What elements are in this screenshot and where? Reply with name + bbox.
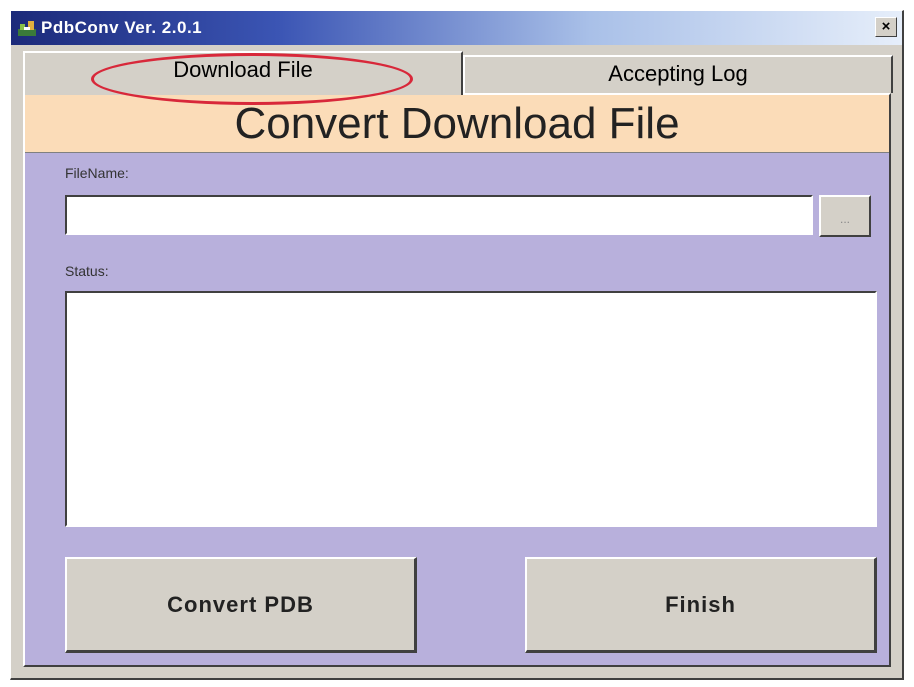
finish-button[interactable]: Finish: [525, 557, 877, 653]
tab-accepting-log-label: Accepting Log: [608, 61, 748, 86]
browse-button[interactable]: ...: [819, 195, 871, 237]
app-window: PdbConv Ver. 2.0.1 × Download File Accep…: [10, 10, 904, 680]
download-file-panel: Convert Download File FileName: ... Stat…: [23, 93, 891, 667]
panel-banner-title: Convert Download File: [25, 95, 889, 153]
title-bar[interactable]: PdbConv Ver. 2.0.1 ×: [11, 11, 902, 45]
window-title: PdbConv Ver. 2.0.1: [41, 18, 203, 37]
app-icon: [18, 21, 36, 36]
tab-download-file[interactable]: Download File: [23, 51, 463, 95]
tab-accepting-log[interactable]: Accepting Log: [463, 55, 893, 93]
convert-pdb-button[interactable]: Convert PDB: [65, 557, 417, 653]
filename-label: FileName:: [65, 165, 129, 181]
tab-download-file-label: Download File: [173, 57, 313, 82]
filename-input[interactable]: [65, 195, 813, 235]
close-button[interactable]: ×: [875, 17, 897, 37]
status-label: Status:: [65, 263, 109, 279]
status-textarea[interactable]: [65, 291, 877, 527]
